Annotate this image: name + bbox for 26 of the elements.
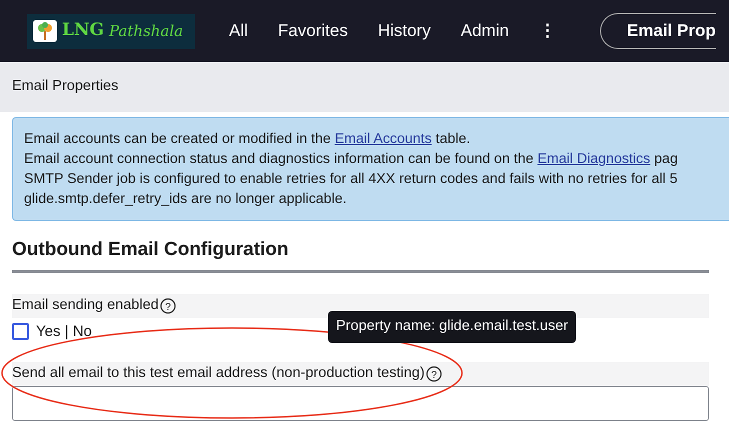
help-icon[interactable]: ? <box>426 366 442 382</box>
tooltip: Property name: glide.email.test.user <box>328 311 576 343</box>
more-menu-icon[interactable]: ⋮ <box>538 18 556 44</box>
field-label: Email sending enabled <box>12 296 159 315</box>
info-text: Email account connection status and diagnostics information can be found on the Email Diagnostics pag <box>24 150 679 169</box>
context-button[interactable]: Email Prop <box>600 13 716 49</box>
logo-text: Pathshala <box>109 20 184 42</box>
info-link[interactable]: Email Accounts <box>334 131 432 147</box>
help-icon[interactable]: ? <box>160 298 176 314</box>
logo[interactable]: LNG Pathshala <box>27 14 195 48</box>
logo-text: LNG <box>62 19 104 42</box>
nav-link[interactable]: History <box>378 18 431 44</box>
nav-link[interactable]: Favorites <box>278 18 348 44</box>
info-link[interactable]: Email Diagnostics <box>537 151 650 167</box>
option-label: Yes | No <box>36 322 92 342</box>
info-text: glide.smtp.defer_retry_ids are no longer applicable. <box>24 190 348 209</box>
nav-link[interactable]: All <box>229 18 248 44</box>
section-heading: Outbound Email Configuration <box>12 239 709 273</box>
tree-icon <box>37 22 53 40</box>
nav-link[interactable]: Admin <box>460 18 509 44</box>
text-input[interactable] <box>12 386 709 421</box>
info-text: SMTP Sender job is configured to enable retries for all 4XX return codes and fails with no retries for all 5 <box>24 170 678 189</box>
field-label: Send all email to this test email address (non-production testing) <box>12 364 425 384</box>
checkbox[interactable] <box>12 323 29 340</box>
page-title: Email Properties <box>0 62 729 112</box>
info-text: Email accounts can be created or modified in the Email Accounts table. <box>24 130 472 149</box>
